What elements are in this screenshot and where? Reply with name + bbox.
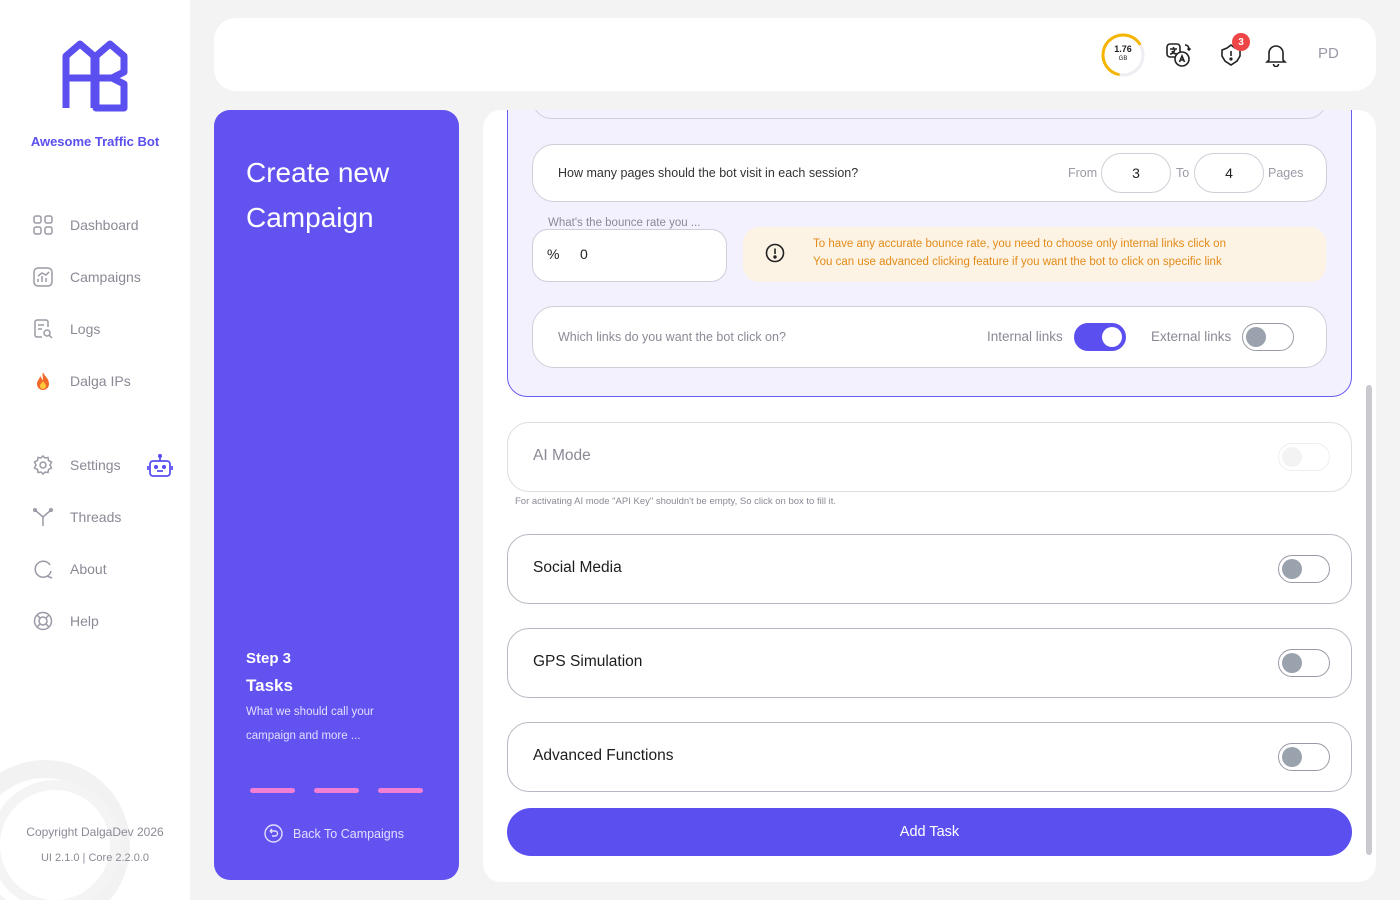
advanced-functions-row[interactable]: Advanced Functions [507,722,1352,792]
sidebar-item-label: Campaigns [70,269,141,285]
ai-mode-row[interactable]: AI Mode [507,422,1352,492]
sidebar-item-logs[interactable]: Logs [32,317,100,341]
sidebar-item-label: About [70,561,107,577]
social-media-toggle[interactable] [1278,555,1330,583]
lifebuoy-icon [32,610,54,632]
advanced-functions-toggle[interactable] [1278,743,1330,771]
sidebar-item-dalga-ips[interactable]: Dalga IPs [32,369,131,393]
sidebar-item-label: Dalga IPs [70,373,131,389]
step-name: Tasks [246,676,293,695]
step-number: Step 3 [246,650,292,667]
to-label: To [1176,166,1190,180]
ai-mode-toggle[interactable] [1278,443,1330,471]
pages-label: Pages [1268,166,1304,180]
advanced-functions-label: Advanced Functions [533,747,674,764]
toggle-knob [1246,327,1266,347]
info-icon [765,243,785,263]
pages-to-input[interactable]: 4 [1194,153,1264,193]
storage-value: 1.76 [1114,44,1132,54]
links-choice-row: Which links do you want the bot click on… [532,306,1327,368]
page-title: Create new Campaign [246,157,390,233]
storage-unit: GB [1118,56,1128,62]
top-bar: 1.76 GB 3 PD [214,18,1376,91]
version-text: UI 2.1.0 | Core 2.2.0.0 [40,852,150,864]
sidebar-item-campaigns[interactable]: Campaigns [32,265,141,289]
sidebar-item-dashboard[interactable]: Dashboard [32,213,139,237]
toggle-knob [1282,559,1302,579]
internal-links-label: Internal links [987,329,1063,344]
bounce-rate-label: What's the bounce rate you ... [546,217,703,229]
step-progress-bar [314,788,359,793]
ai-mode-hint: For activating AI mode "API Key" shouldn… [515,496,836,507]
scrollbar[interactable] [1366,385,1372,855]
brand-name: Awesome Traffic Bot [30,134,160,149]
avatar[interactable]: PD [1318,45,1339,62]
bounce-rate-field[interactable]: % 0 [532,229,727,282]
alert-icon[interactable]: 3 [1218,33,1250,68]
add-task-button[interactable]: Add Task [507,808,1352,856]
campaigns-icon [32,266,54,288]
about-icon [32,558,54,580]
back-label: Back To Campaigns [293,826,404,841]
dashboard-icon [32,214,54,236]
gps-simulation-label: GPS Simulation [533,653,643,670]
sidebar-item-label: Help [70,613,99,629]
back-icon [264,824,283,843]
sidebar-item-label: Dashboard [70,217,139,233]
step-description: What we should call your campaign and mo… [246,706,374,742]
links-question: Which links do you want the bot click on… [558,330,786,344]
sidebar-item-label: Settings [70,457,121,473]
percent-symbol: % [547,246,560,262]
warning-line: You can use advanced clicking feature if… [813,256,1222,268]
app-logo [62,40,128,112]
gps-simulation-row[interactable]: GPS Simulation [507,628,1352,698]
step-progress-bar [378,788,423,793]
sidebar-item-settings[interactable]: Settings [32,453,121,477]
toggle-knob [1102,327,1122,347]
sidebar-item-threads[interactable]: Threads [32,505,121,529]
gear-icon [32,454,54,476]
back-to-campaigns-link[interactable]: Back To Campaigns [264,824,404,843]
sidebar-item-label: Threads [70,509,122,525]
toggle-knob [1282,653,1302,673]
copyright-text: Copyright DalgaDev 2026 [26,825,164,839]
step-panel: Create new Campaign Step 3 Tasks What we… [214,110,459,880]
warning-line: To have any accurate bounce rate, you ne… [813,238,1226,250]
sidebar-item-about[interactable]: About [32,557,107,581]
sidebar-item-label: Logs [70,321,101,337]
previous-row [532,110,1327,119]
pages-from-input[interactable]: 3 [1101,153,1171,193]
toggle-knob [1282,747,1302,767]
bounce-warning: To have any accurate bounce rate, you ne… [743,227,1326,282]
threads-icon [32,506,54,528]
pages-per-session-row: How many pages should the bot visit in e… [532,144,1327,202]
internal-links-toggle[interactable] [1074,323,1126,351]
social-media-label: Social Media [533,559,622,576]
toggle-knob [1282,447,1302,467]
bounce-rate-value: 0 [580,246,588,262]
main-content: How many pages should the bot visit in e… [483,110,1376,882]
from-label: From [1068,166,1098,180]
notification-badge: 3 [1232,33,1250,51]
external-links-label: External links [1151,329,1232,344]
storage-indicator[interactable]: 1.76 GB [1100,32,1146,78]
storage-label: 1.76 GB [1100,44,1146,64]
fire-icon [32,370,54,392]
sidebar-item-help[interactable]: Help [32,609,99,633]
social-media-row[interactable]: Social Media [507,534,1352,604]
robot-icon[interactable] [147,454,173,478]
bell-icon[interactable] [1263,42,1289,68]
pages-question: How many pages should the bot visit in e… [558,166,859,180]
gps-simulation-toggle[interactable] [1278,649,1330,677]
external-links-toggle[interactable] [1242,323,1294,351]
translate-icon[interactable] [1165,42,1191,68]
logs-icon [32,318,54,340]
ai-mode-label: AI Mode [533,447,591,464]
step-progress-bar [250,788,295,793]
sidebar: Awesome Traffic Bot Dashboard Campaigns … [0,0,190,900]
